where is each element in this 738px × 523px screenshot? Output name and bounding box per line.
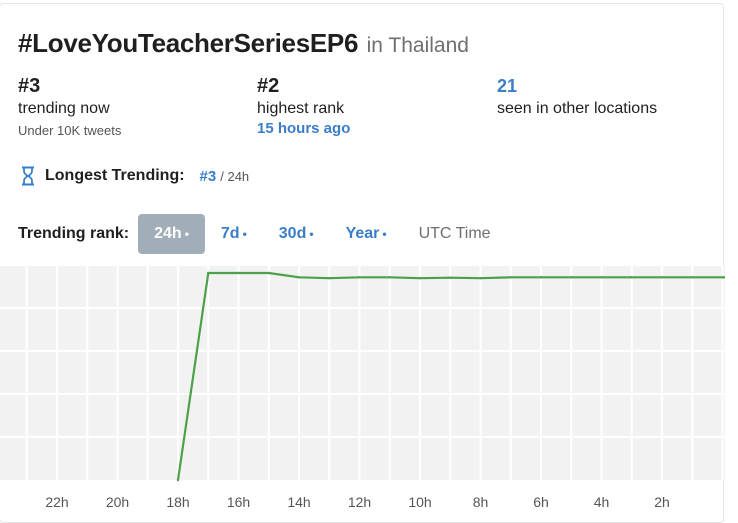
- longest-trending-period: / 24h: [220, 168, 250, 184]
- trend-data-point: [237, 271, 240, 275]
- trend-data-point: [570, 276, 573, 279]
- x-tick-label: 2h: [654, 494, 670, 508]
- x-tick-label: 8h: [473, 494, 489, 508]
- highest-rank-value: #2: [257, 75, 280, 97]
- x-tick-label: 4h: [594, 494, 610, 508]
- current-rank-stat: #3 trending now Under 10K tweets: [18, 74, 121, 140]
- tab-30d[interactable]: 30d •: [263, 214, 330, 254]
- x-tick-label: 18h: [166, 494, 189, 508]
- trend-data-point: [358, 276, 361, 279]
- trend-data-point: [388, 276, 391, 279]
- hourglass-icon: [22, 166, 34, 186]
- tab-30d-label: 30d: [278, 225, 307, 242]
- tab-24h-dot: •: [184, 227, 189, 241]
- tab-24h[interactable]: 24h •: [138, 214, 205, 254]
- trend-data-point: [328, 276, 331, 280]
- x-tick-label: 10h: [408, 494, 431, 508]
- tab-24h-label: 24h: [154, 225, 182, 242]
- tweet-volume: Under 10K tweets: [18, 123, 122, 138]
- trend-data-point: [207, 271, 210, 275]
- trend-data-point: [600, 276, 603, 279]
- trend-data-point: [721, 276, 724, 279]
- trending-rank-chart: 22h 20h 18h 16h 14h 12h 10h 8h 6h 4h 2h: [0, 266, 725, 508]
- current-rank-value: #3: [18, 75, 41, 97]
- locations-stat: 21 seen in other locations: [497, 74, 657, 120]
- trend-data-point: [418, 276, 422, 280]
- highest-rank-stat: #2 highest rank 15 hours ago: [257, 74, 350, 138]
- tab-year[interactable]: Year •: [330, 214, 403, 254]
- x-tick-label: 20h: [106, 494, 129, 508]
- highest-rank-time-link[interactable]: 15 hours ago: [257, 120, 350, 138]
- tab-7d[interactable]: 7d •: [205, 214, 263, 254]
- x-tick-label: 16h: [227, 494, 250, 508]
- locations-label: seen in other locations: [497, 100, 658, 117]
- tab-7d-dot: •: [242, 227, 247, 241]
- longest-trending: Longest Trending: #3 / 24h: [20, 166, 249, 186]
- trend-data-point: [509, 276, 512, 279]
- utc-time-toggle[interactable]: UTC Time: [403, 225, 507, 243]
- longest-trending-label: Longest Trending:: [45, 167, 185, 184]
- chart-plot-background: [0, 266, 725, 480]
- highest-rank-label: highest rank: [257, 100, 345, 117]
- trend-data-point: [691, 276, 694, 279]
- trending-rank-tabs: Trending rank: 24h • 7d • 30d • Year • UTC T…: [18, 214, 507, 254]
- x-tick-label: 14h: [287, 494, 310, 508]
- trend-data-point: [630, 276, 633, 279]
- current-rank-label: trending now: [18, 100, 110, 117]
- longest-trending-rank[interactable]: #3: [200, 168, 217, 185]
- trend-data-point: [449, 276, 452, 279]
- page-title: #LoveYouTeacherSeriesEP6 in Thailand: [18, 28, 469, 59]
- x-tick-label: 6h: [533, 494, 549, 508]
- trending-rank-label: Trending rank:: [18, 225, 130, 242]
- locations-count-link[interactable]: 21: [497, 74, 657, 98]
- tab-7d-label: 7d: [220, 225, 240, 242]
- trend-data-point: [297, 276, 301, 279]
- tab-year-dot: •: [382, 227, 387, 241]
- location-label: in Thailand: [366, 34, 469, 57]
- trend-data-point: [660, 276, 664, 279]
- trend-data-point: [539, 276, 543, 279]
- trend-data-point: [176, 478, 180, 482]
- x-tick-label: 22h: [45, 494, 68, 508]
- x-tick-label: 12h: [348, 494, 371, 508]
- trend-data-point: [267, 271, 270, 275]
- trend-data-point: [479, 276, 482, 280]
- hashtag-title[interactable]: #LoveYouTeacherSeriesEP6: [18, 28, 358, 58]
- tab-30d-dot: •: [309, 227, 314, 241]
- tab-year-label: Year: [345, 225, 380, 242]
